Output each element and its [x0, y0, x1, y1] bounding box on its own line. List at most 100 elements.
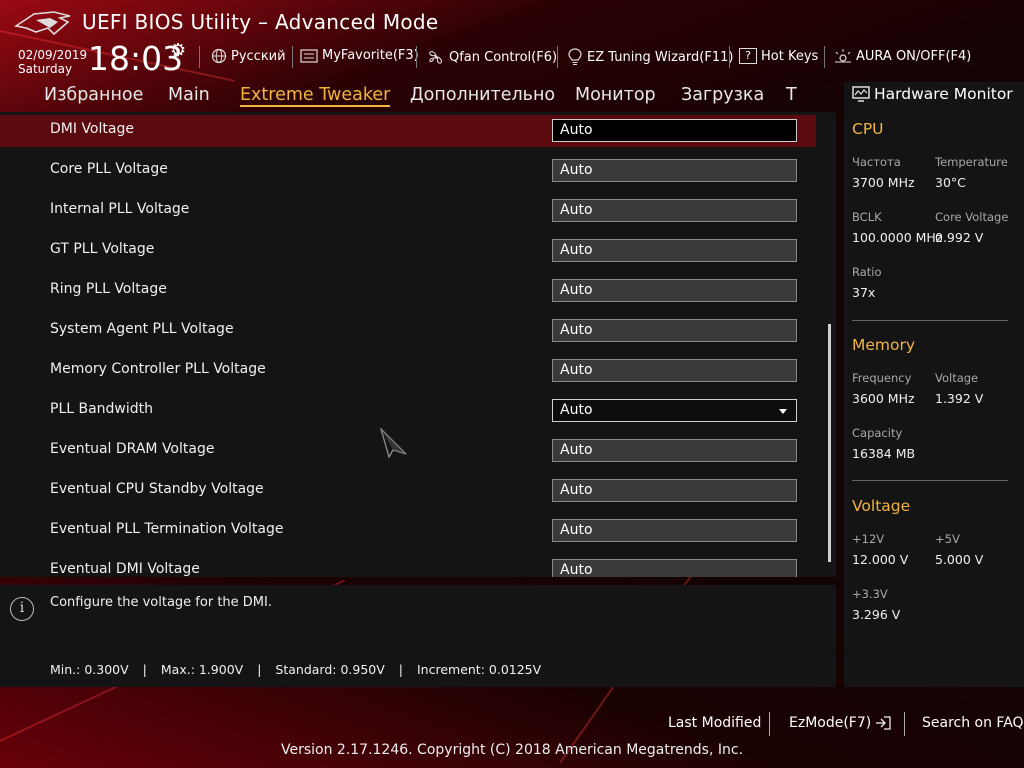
divider — [852, 320, 1008, 321]
spec-separator: | — [257, 662, 262, 677]
help-description: Configure the voltage for the DMI. — [50, 595, 272, 610]
setting-row-ring-pll-voltage[interactable]: Ring PLL Voltage Auto — [0, 275, 816, 307]
setting-label: System Agent PLL Voltage — [50, 321, 234, 337]
setting-value-input[interactable]: Auto — [552, 359, 797, 382]
setting-label: Eventual DMI Voltage — [50, 561, 200, 577]
setting-row-eventual-cpu-standby-voltage[interactable]: Eventual CPU Standby Voltage Auto — [0, 475, 816, 507]
language-button[interactable]: Русский — [211, 48, 286, 64]
memory-voltage-label: Voltage — [935, 371, 979, 385]
setting-row-memory-controller-pll-voltage[interactable]: Memory Controller PLL Voltage Auto — [0, 355, 816, 387]
gear-icon[interactable]: ⚙ — [170, 40, 186, 61]
spec-standard: Standard: 0.950V — [275, 662, 385, 677]
spec-separator: | — [142, 662, 147, 677]
setting-value-input[interactable]: Auto — [552, 159, 797, 182]
tab-favorites[interactable]: Избранное — [44, 85, 143, 105]
v5-value: 5.000 V — [935, 552, 984, 567]
memory-frequency-label: Frequency — [852, 371, 912, 385]
setting-value-input[interactable]: Auto — [552, 319, 797, 342]
setting-row-internal-pll-voltage[interactable]: Internal PLL Voltage Auto — [0, 195, 816, 227]
clock[interactable]: 18:03 — [88, 40, 183, 78]
day-text: Saturday — [18, 62, 73, 76]
setting-value-input[interactable]: Auto — [552, 559, 797, 577]
ezmode-button[interactable]: EzMode(F7) — [789, 715, 892, 731]
tab-advanced[interactable]: Дополнительно — [410, 85, 555, 105]
memory-frequency-value: 3600 MHz — [852, 391, 915, 406]
bclk-label: BCLK — [852, 210, 882, 224]
footer-divider — [904, 712, 905, 736]
v12-label: +12V — [852, 532, 885, 546]
myfavorite-label: MyFavorite(F3) — [322, 48, 419, 63]
setting-row-system-agent-pll-voltage[interactable]: System Agent PLL Voltage Auto — [0, 315, 816, 347]
setting-value-input[interactable]: Auto — [552, 199, 797, 222]
hot-keys-button[interactable]: ? Hot Keys — [739, 48, 818, 64]
language-label: Русский — [231, 48, 286, 64]
header-divider — [292, 46, 293, 68]
spec-separator: | — [398, 662, 403, 677]
tab-extreme-tweaker[interactable]: Extreme Tweaker — [240, 85, 391, 107]
hardware-monitor-title: Hardware Monitor — [852, 85, 1013, 103]
ez-tuning-wizard-button[interactable]: EZ Tuning Wizard(F11) — [567, 48, 733, 66]
setting-label: DMI Voltage — [50, 121, 134, 137]
setting-value-input[interactable]: Auto — [552, 279, 797, 302]
main-tabs: Избранное Main Extreme Tweaker Дополните… — [0, 82, 836, 110]
ez-tuning-label: EZ Tuning Wizard(F11) — [587, 49, 734, 65]
spec-increment: Increment: 0.0125V — [416, 662, 542, 677]
v33-label: +3.3V — [852, 587, 888, 601]
setting-row-eventual-dmi-voltage[interactable]: Eventual DMI Voltage Auto — [0, 555, 816, 577]
last-modified-button[interactable]: Last Modified — [668, 715, 761, 731]
footer-divider — [769, 712, 770, 736]
setting-row-dmi-voltage[interactable]: DMI Voltage Auto — [0, 115, 816, 147]
search-faq-button[interactable]: Search on FAQ — [922, 715, 1024, 731]
rog-logo — [14, 11, 71, 36]
monitor-icon — [852, 86, 870, 102]
setting-row-pll-bandwidth[interactable]: PLL Bandwidth Auto — [0, 395, 816, 427]
core-voltage-value: 0.992 V — [935, 230, 984, 245]
hot-keys-label: Hot Keys — [761, 48, 819, 64]
tab-main[interactable]: Main — [168, 85, 210, 105]
dropdown-value: Auto — [560, 402, 593, 418]
lightbulb-icon — [568, 48, 582, 65]
setting-label: Eventual CPU Standby Voltage — [50, 481, 264, 497]
app-title: UEFI BIOS Utility – Advanced Mode — [82, 10, 439, 34]
aura-icon — [835, 49, 851, 63]
info-icon: i — [10, 597, 34, 621]
help-panel: i Configure the voltage for the DMI. Min… — [0, 585, 836, 687]
memory-voltage-value: 1.392 V — [935, 391, 984, 406]
voltage-heading: Voltage — [852, 497, 911, 515]
tab-tool[interactable]: T — [786, 85, 797, 105]
cpu-frequency-label: Частота — [852, 155, 901, 169]
globe-icon — [211, 48, 227, 64]
spec-max: Max.: 1.900V — [160, 662, 244, 677]
aura-toggle-button[interactable]: AURA ON/OFF(F4) — [834, 48, 971, 64]
cpu-frequency-value: 3700 MHz — [852, 175, 915, 190]
setting-value-input[interactable]: Auto — [552, 519, 797, 542]
setting-label: Memory Controller PLL Voltage — [50, 361, 266, 377]
spec-min: Min.: 0.300V — [50, 662, 129, 677]
qfan-control-button[interactable]: Qfan Control(F6) — [427, 48, 557, 66]
setting-value-input[interactable]: Auto — [552, 119, 797, 142]
ratio-label: Ratio — [852, 265, 882, 279]
tab-monitor[interactable]: Монитор — [575, 85, 656, 105]
header-divider — [416, 46, 417, 68]
cpu-temperature-value: 30°C — [935, 175, 966, 190]
setting-label: Internal PLL Voltage — [50, 201, 190, 217]
setting-row-core-pll-voltage[interactable]: Core PLL Voltage Auto — [0, 155, 816, 187]
setting-value-input[interactable]: Auto — [552, 439, 797, 462]
setting-row-gt-pll-voltage[interactable]: GT PLL Voltage Auto — [0, 235, 816, 267]
scrollbar-thumb[interactable] — [828, 324, 831, 562]
capacity-value: 16384 MB — [852, 446, 916, 461]
setting-row-eventual-pll-termination-voltage[interactable]: Eventual PLL Termination Voltage Auto — [0, 515, 816, 547]
setting-value-input[interactable]: Auto — [552, 479, 797, 502]
setting-value-input[interactable]: Auto — [552, 239, 797, 262]
bclk-value: 100.0000 MHz — [852, 230, 943, 245]
v12-value: 12.000 V — [852, 552, 909, 567]
setting-row-eventual-dram-voltage[interactable]: Eventual DRAM Voltage Auto — [0, 435, 816, 467]
setting-dropdown[interactable]: Auto — [552, 399, 797, 422]
tab-boot[interactable]: Загрузка — [681, 85, 764, 105]
mouse-cursor-icon — [380, 428, 407, 458]
myfavorite-button[interactable]: MyFavorite(F3) — [300, 48, 419, 63]
header-divider — [557, 46, 558, 68]
core-voltage-label: Core Voltage — [935, 210, 1009, 224]
chevron-down-icon — [779, 409, 787, 414]
exit-icon — [876, 716, 891, 730]
